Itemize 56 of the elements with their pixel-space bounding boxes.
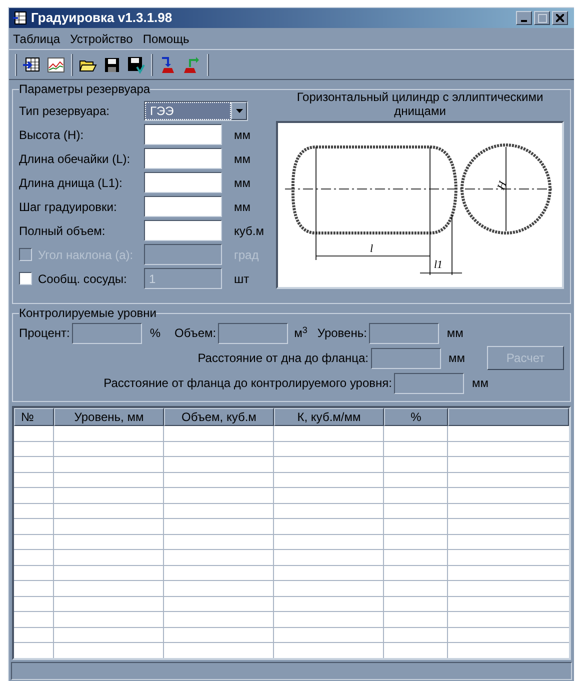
unit-label: мм xyxy=(234,126,250,144)
tank-diagram-drawing: l l1 H xyxy=(280,125,560,285)
chart-icon[interactable] xyxy=(47,56,65,74)
save-icon[interactable] xyxy=(103,56,121,74)
column-header[interactable]: % xyxy=(384,408,448,426)
field-label: Длина обечайки (L): xyxy=(19,150,132,168)
save-as-icon[interactable] xyxy=(127,56,145,74)
maximize-icon xyxy=(538,14,546,22)
unit-label: мм xyxy=(472,375,488,392)
field-label: Тип резервуара: xyxy=(19,102,110,120)
unit-label: мм xyxy=(234,174,250,192)
unit-label: мм xyxy=(448,350,466,367)
checkbox-label: Сообщ. сосуды: xyxy=(38,270,127,288)
close-icon xyxy=(556,14,564,22)
menu-item[interactable]: Устройство xyxy=(70,30,133,48)
group-title: Контролируемые уровни xyxy=(19,306,156,320)
close-button[interactable] xyxy=(552,11,568,25)
field-label: Уровень: xyxy=(317,325,367,342)
field-label: Расстояние от фланца до контролируемого уровня: xyxy=(102,375,392,392)
column-header[interactable]: К, куб.м/мм xyxy=(274,408,384,426)
window-title: Градуировка v1.3.1.98 xyxy=(31,9,172,28)
menu-item[interactable]: Таблица xyxy=(13,30,60,48)
unit-label: куб.м xyxy=(234,222,264,240)
diagram-caption: Горизонтальный цилиндр с эллиптическими днищами xyxy=(296,90,544,118)
input-field[interactable] xyxy=(144,172,222,193)
tank-type-dropdown[interactable]: ГЭЭ xyxy=(144,100,248,120)
field-label: Высота (H): xyxy=(19,126,85,144)
minimize-button[interactable] xyxy=(516,11,532,25)
column-header[interactable]: № xyxy=(14,408,54,426)
input-field[interactable] xyxy=(144,148,222,169)
field-label: Объем: xyxy=(174,325,216,342)
maximize-button[interactable] xyxy=(534,11,550,25)
column-header[interactable]: Объем, куб.м xyxy=(164,408,274,426)
field-label: Процент: xyxy=(19,325,70,342)
unit-label: % xyxy=(150,325,161,342)
field-label: Полный объем: xyxy=(19,222,106,240)
unit-label: мм xyxy=(234,150,250,168)
input-field[interactable] xyxy=(144,220,222,241)
column-header[interactable]: Уровень, мм xyxy=(54,408,164,426)
input-field[interactable] xyxy=(144,124,222,145)
app-icon xyxy=(13,11,27,25)
unit-label: мм xyxy=(234,198,250,216)
unit-label: мм xyxy=(446,325,464,342)
field-label: Шаг градуировки: xyxy=(19,198,118,216)
menu-item[interactable]: Помощь xyxy=(142,30,190,48)
import-table-icon[interactable] xyxy=(23,56,41,74)
device-download-icon[interactable] xyxy=(159,56,177,74)
unit-label: шт xyxy=(234,270,250,288)
group-title: Параметры резервуара xyxy=(19,82,150,96)
input-field[interactable] xyxy=(144,196,222,217)
field-label: Расстояние от дна до фланца: xyxy=(196,350,369,367)
dropdown-value: ГЭЭ xyxy=(145,102,231,120)
field-label: Длина днища (L1): xyxy=(19,174,124,192)
unit-label: м$^{3}$ xyxy=(294,324,308,342)
checkbox[interactable] xyxy=(19,272,32,285)
dropdown-arrow-icon xyxy=(236,108,242,112)
